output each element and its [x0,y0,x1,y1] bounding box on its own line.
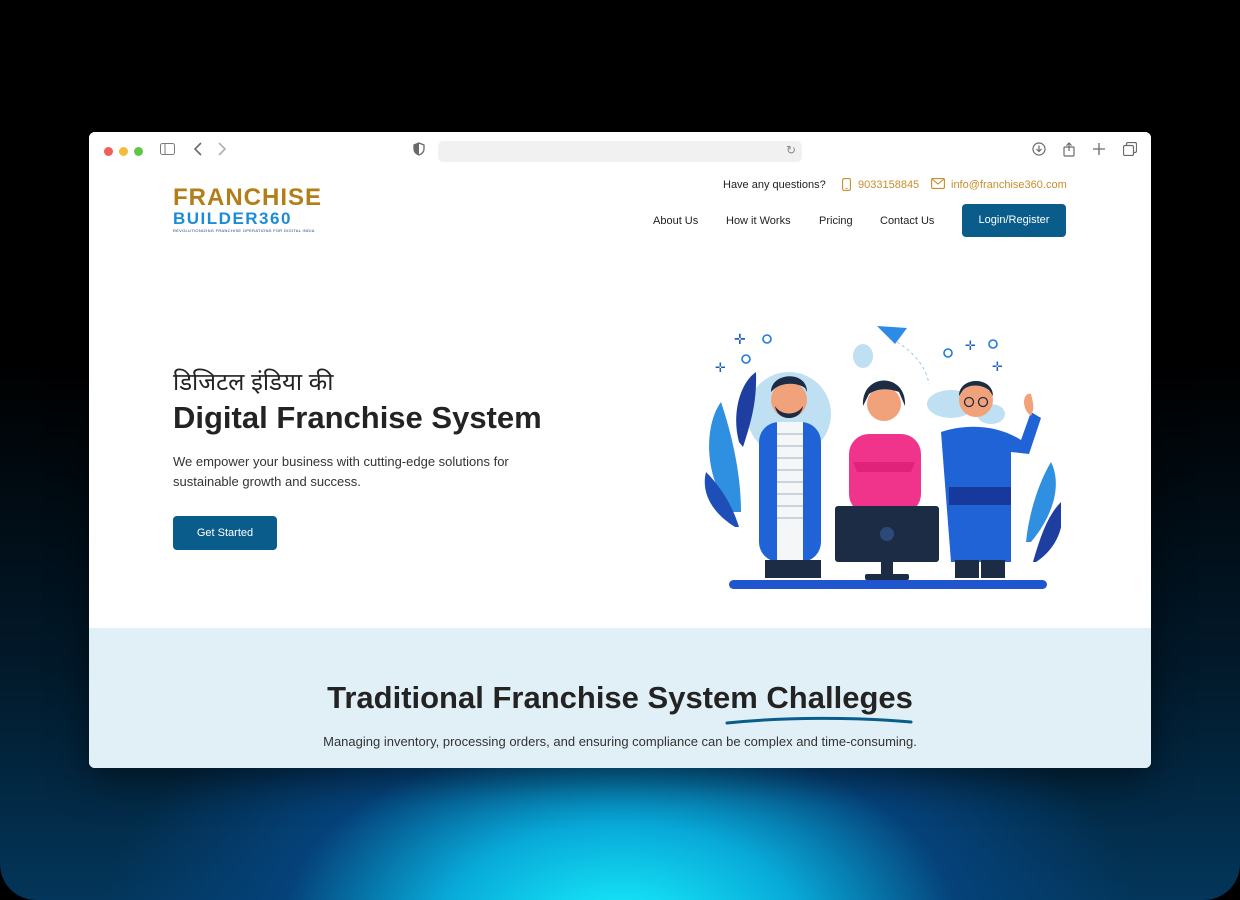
zoom-window-button[interactable] [134,147,143,156]
team-illustration: ✛ ✛ ✛ ✛ [704,326,1061,589]
close-window-button[interactable] [104,147,113,156]
shield-icon[interactable] [413,142,425,161]
title-underline-decoration [725,716,913,725]
sidebar-icon[interactable] [160,142,175,160]
nav-contact-us[interactable]: Contact Us [880,214,934,228]
minimize-window-button[interactable] [119,147,128,156]
challenges-section: Traditional Franchise System Challeges M… [89,628,1151,768]
phone-icon [842,178,851,192]
mail-icon [931,178,945,192]
browser-toolbar: ↻ [89,132,1151,170]
nav-how-it-works[interactable]: How it Works [726,214,791,228]
nav-pricing[interactable]: Pricing [819,214,853,228]
get-started-button[interactable]: Get Started [173,516,277,550]
svg-text:✛: ✛ [965,339,976,354]
download-icon[interactable] [1032,142,1046,161]
contact-email-link[interactable]: info@franchise360.com [951,178,1067,192]
back-icon[interactable] [193,142,203,161]
challenges-subtitle: Managing inventory, processing orders, a… [323,734,917,749]
svg-text:✛: ✛ [715,361,726,376]
hero-hindi-title: डिजिटल इंडिया की [173,369,334,396]
contact-question: Have any questions? [723,179,826,191]
hero-title: Digital Franchise System [173,400,542,435]
browser-window: ↻ FRANCHISE BUILDER360 REVOLUTIONIZING F… [89,132,1151,768]
login-register-button[interactable]: Login/Register [962,204,1066,237]
tabs-overview-icon[interactable] [1122,141,1138,161]
logo-line-2: BUILDER360 [173,209,292,228]
hero-subtitle: We empower your business with cutting-ed… [173,454,509,489]
svg-text:✛: ✛ [992,360,1003,375]
reload-icon[interactable]: ↻ [786,143,796,157]
forward-icon[interactable] [217,142,227,161]
address-bar[interactable]: ↻ [438,141,802,162]
site-logo[interactable]: FRANCHISE BUILDER360 REVOLUTIONIZING FRA… [173,184,323,234]
challenges-title: Traditional Franchise System Challeges [327,680,913,715]
svg-text:✛: ✛ [734,332,746,348]
nav-about-us[interactable]: About Us [653,214,698,228]
logo-line-1: FRANCHISE [173,184,323,211]
logo-tagline: REVOLUTIONIZING FRANCHISE OPERATIONS FOR… [173,228,315,233]
share-icon[interactable] [1063,142,1075,162]
contact-phone-link[interactable]: 9033158845 [858,178,919,192]
new-tab-icon[interactable] [1093,142,1105,160]
